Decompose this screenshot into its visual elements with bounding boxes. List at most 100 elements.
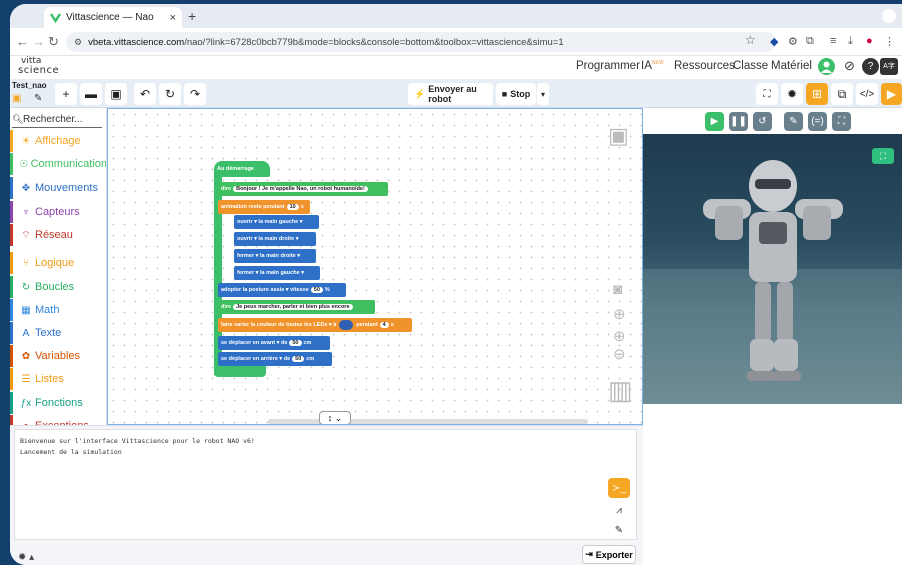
help-icon[interactable]: ? [862, 58, 879, 75]
robot-3d-simulation[interactable]: ⛶ [643, 134, 902, 404]
url-field[interactable]: ⚙ vbeta.vittascience.com /nao/?link=6728… [66, 32, 776, 52]
block-say-2[interactable]: dire Je peux marcher, parler et bien plus… [218, 300, 375, 314]
anim-duration[interactable]: 10 [286, 204, 299, 210]
zoom-out-icon[interactable]: ⊖ [613, 345, 626, 363]
reading-list-icon[interactable]: ≡ [830, 35, 836, 47]
leds-target[interactable]: de toutes les LEDs [278, 322, 327, 328]
vittascience-logo[interactable]: vitta science [18, 57, 59, 76]
category-mouvements[interactable]: ✥ Mouvements [10, 177, 106, 199]
category-capteurs[interactable]: ♆ Capteurs [10, 201, 106, 223]
camera-toggle-icon[interactable]: ⛶ [872, 148, 894, 164]
fullscreen-icon[interactable]: ⛶ [756, 83, 778, 105]
category-logique[interactable]: ⑂ Logique [10, 252, 106, 274]
chevron-down-icon[interactable]: ▾ [537, 83, 549, 105]
console-output[interactable]: Bienvenue sur l'interface Vittascience p… [14, 429, 637, 540]
category-search-field[interactable]: 🔍︎ Rechercher... [12, 114, 102, 128]
save-project-icon[interactable]: ▣ [12, 93, 21, 104]
zoom-in-icon[interactable]: ⊕ [613, 327, 626, 345]
download-icon[interactable]: ⤓ [848, 35, 853, 48]
play-icon[interactable]: ▶ [705, 112, 724, 131]
browser-tab[interactable]: Vittascience — Nao × [44, 7, 182, 28]
new-project-button[interactable]: + [55, 83, 77, 105]
save-icon[interactable]: ▣ [105, 83, 127, 105]
category-fonctions[interactable]: ƒx Fonctions [10, 392, 106, 414]
stop-button[interactable]: ■ Stop [496, 83, 536, 105]
trash-icon[interactable]: ▥ [608, 375, 633, 406]
category-listes[interactable]: ☰ Listes [10, 368, 106, 390]
redo-icon[interactable]: ↷ [184, 83, 206, 105]
menu-ressources[interactable]: Ressources [674, 60, 735, 72]
block-leds-color[interactable]: faire varier la couleur de toutes les LE… [218, 318, 412, 332]
variables-icon[interactable]: (=) [808, 112, 827, 131]
hand3-side[interactable]: droite [280, 253, 295, 259]
tab-close-icon[interactable]: × [170, 12, 176, 24]
block-on-start[interactable]: Au démarrage [214, 161, 270, 177]
move1-distance[interactable]: 50 [289, 340, 302, 346]
screenshot-camera-icon[interactable]: ◙ [613, 281, 622, 298]
recenter-icon[interactable]: ⊕ [613, 305, 626, 323]
block-hand-1[interactable]: ouvrir ▾ la main gauche ▾ [234, 215, 319, 229]
block-say-1[interactable]: dire Bonjour ! Je m'appelle Nao, un robot… [218, 182, 388, 196]
category-affichage[interactable]: ☀ Affichage [10, 130, 106, 152]
restart-icon[interactable]: ↺ [753, 112, 772, 131]
pause-icon[interactable]: ❚❚ [729, 112, 748, 131]
leds-duration[interactable]: 4 [379, 322, 389, 328]
new-tab-button[interactable]: + [188, 8, 196, 24]
block-move-backward[interactable]: se déplacer en arrière ▾ de 50 cm [218, 352, 332, 366]
hand2-side[interactable]: droite [279, 236, 294, 242]
back-icon[interactable]: ← [16, 34, 29, 49]
sim-tool-icon[interactable]: ✎ [784, 112, 803, 131]
code-view-icon[interactable]: </> [856, 83, 878, 105]
language-icon[interactable]: A字 [880, 58, 898, 75]
profile-avatar-icon[interactable]: ● [866, 35, 873, 47]
console-resize-handle[interactable]: ↕ ⌄ [319, 411, 351, 424]
block-animation[interactable]: animation reste pendant 10 s [218, 200, 310, 214]
forward-icon[interactable]: → [32, 34, 45, 49]
category-variables[interactable]: ✿ Variables [10, 345, 106, 367]
category-math[interactable]: ▦ Math [10, 299, 106, 321]
horizontal-scrollbar[interactable] [268, 419, 588, 424]
sim-fullscreen-icon[interactable]: ⛶ [832, 112, 851, 131]
terminal-icon[interactable]: ≻_ [608, 478, 630, 498]
hand1-side[interactable]: gauche [279, 219, 298, 225]
block-hand-3[interactable]: fermer ▾ la main droite ▾ [234, 249, 316, 263]
block-hand-2[interactable]: ouvrir ▾ la main droite ▾ [234, 232, 316, 246]
move1-direction[interactable]: avant [261, 340, 275, 346]
menu-programmer[interactable]: Programmer [576, 60, 640, 72]
extension-settings-icon[interactable]: ⚙ [788, 35, 798, 48]
menu-ia[interactable]: IANEW [641, 60, 664, 72]
send-to-robot-button[interactable]: ⚡ Envoyer au robot [408, 83, 493, 105]
color-picker-swatch[interactable] [339, 320, 354, 330]
blocks-workspace[interactable]: Au démarrage dire Bonjour ! Je m'appelle … [107, 108, 643, 425]
move2-distance[interactable]: 50 [292, 356, 305, 362]
block-posture[interactable]: adopter la posture assis ▾ vitesse 50% [218, 283, 346, 297]
menu-materiel[interactable]: Matériel [771, 60, 812, 72]
accessibility-icon[interactable]: ⊘ [841, 58, 858, 75]
restore-icon[interactable]: ↻ [159, 83, 181, 105]
extension-icon[interactable]: ◆ [770, 35, 778, 48]
settings-gear-icon[interactable]: ✹ [781, 83, 803, 105]
plot-icon[interactable]: ⩘ [608, 500, 630, 520]
open-folder-icon[interactable]: ▬ [80, 83, 102, 105]
simulator-toggle-icon[interactable]: ▶ [881, 83, 902, 105]
block-hand-4[interactable]: fermer ▾ la main gauche ▾ [234, 266, 320, 280]
category-boucles[interactable]: ↻ Boucles [10, 276, 106, 298]
hybrid-view-icon[interactable]: ⧉ [831, 83, 853, 105]
move2-direction[interactable]: arrière [261, 356, 278, 362]
site-settings-icon[interactable]: ⚙ [74, 37, 82, 48]
window-control-icon[interactable] [882, 9, 896, 23]
project-name[interactable]: Test_nao [12, 81, 47, 90]
say1-text[interactable]: Bonjour ! Je m'appelle Nao, un robot hum… [233, 186, 368, 192]
browser-menu-icon[interactable]: ⋮ [884, 35, 895, 48]
block-move-forward[interactable]: se déplacer en avant ▾ de 50 cm [218, 336, 330, 350]
hand3-action[interactable]: fermer [237, 253, 254, 259]
extensions-puzzle-icon[interactable]: ⧉ [806, 35, 814, 48]
category-exceptions[interactable]: ●Exceptions [10, 415, 106, 425]
blocks-view-icon[interactable]: ⊞ [806, 83, 828, 105]
category-communication[interactable]: ☉ Communication [10, 153, 106, 175]
clear-brush-icon[interactable]: ✎ [608, 520, 630, 540]
category-réseau[interactable]: ⌔ Réseau [10, 224, 106, 246]
bookmark-star-icon[interactable]: ☆ [745, 33, 756, 47]
hand4-action[interactable]: fermer [237, 270, 254, 276]
user-account-icon[interactable] [818, 58, 835, 75]
